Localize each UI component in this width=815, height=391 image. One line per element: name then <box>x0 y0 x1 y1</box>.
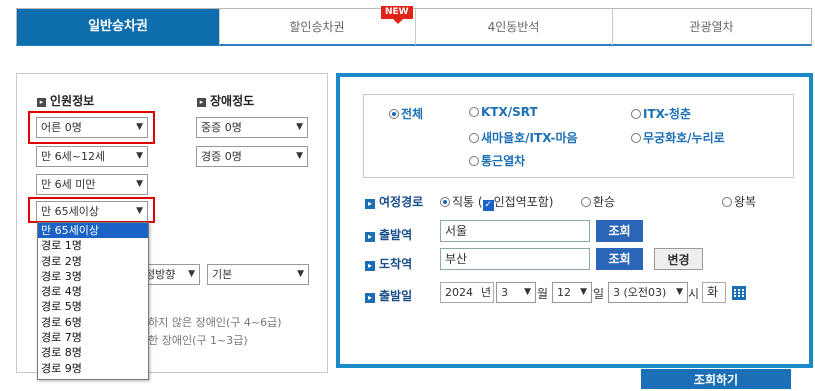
radio-checked-icon <box>389 109 399 119</box>
weekday-display: 화 <box>702 282 726 303</box>
radio-icon <box>469 156 479 166</box>
disability-title: ▸ 장애정도 <box>197 92 254 109</box>
dropdown-option[interactable]: 경로 9명 <box>38 361 148 376</box>
arrow-square-icon: ▸ <box>365 232 375 242</box>
month-select[interactable]: 3 ▼ <box>496 282 536 303</box>
checkbox-checked-icon[interactable]: ✓ <box>482 200 494 211</box>
dropdown-option[interactable]: 경로 1명 <box>38 238 148 253</box>
chevron-down-icon: ▼ <box>524 287 531 297</box>
tab-general-ticket[interactable]: 일반승차권 <box>17 9 220 45</box>
arrival-station-input[interactable]: 부산 <box>440 248 590 270</box>
arrow-square-icon: ▸ <box>37 98 46 107</box>
departure-station-input[interactable]: 서울 <box>440 220 590 242</box>
radio-icon <box>469 133 479 143</box>
route-roundtrip-option[interactable]: 왕복 <box>722 193 756 210</box>
train-type-itx-cheongchun[interactable]: ITX-청춘 <box>631 105 691 122</box>
passenger-info-title: ▸ 인원정보 <box>37 92 94 109</box>
route-label: ▸ 여정경로 <box>365 193 423 210</box>
departure-date-label: ▸ 출발일 <box>365 287 412 304</box>
infant-count-select[interactable]: 만 6세 미만 ▼ <box>36 174 148 195</box>
ticket-type-tabs: 일반승차권 할인승차권 4인동반석 관광열차 <box>16 8 812 46</box>
arrival-lookup-button[interactable]: 조회 <box>596 248 643 270</box>
month-unit: 월 <box>537 287 549 301</box>
year-select[interactable]: 2024 년 <box>440 282 494 303</box>
tab-four-person-seat[interactable]: 4인동반석 <box>415 9 613 45</box>
train-type-box <box>363 94 794 178</box>
route-transfer-option[interactable]: 환승 <box>581 193 615 210</box>
mild-disability-note: · 심하지 않은 장애인(구 4~6급) <box>131 316 282 329</box>
seat-type-select[interactable]: 기본 ▼ <box>207 264 309 285</box>
calendar-icon[interactable] <box>732 286 746 303</box>
arrow-square-icon: ▸ <box>197 98 206 107</box>
dropdown-option[interactable]: 경로 2명 <box>38 254 148 269</box>
radio-icon <box>581 197 591 207</box>
train-type-all[interactable]: 전체 <box>389 105 423 122</box>
train-type-saemaeul[interactable]: 새마을호/ITX-마음 <box>469 129 578 146</box>
train-type-commuter[interactable]: 통근열차 <box>469 152 525 169</box>
chevron-down-icon: ▼ <box>676 287 683 297</box>
hour-unit: 시 <box>688 287 700 301</box>
departure-label: ▸ 출발역 <box>365 226 412 243</box>
tab-tour-train[interactable]: 관광열차 <box>612 9 811 45</box>
severe-disability-select[interactable]: 중증 0명 ▼ <box>196 117 308 138</box>
highlight-box-senior <box>28 197 155 223</box>
new-badge: NEW <box>381 6 413 24</box>
radio-icon <box>722 197 732 207</box>
arrival-label: ▸ 도착역 <box>365 255 412 272</box>
chevron-down-icon: ▼ <box>136 179 143 189</box>
day-select[interactable]: 12 ▼ <box>552 282 592 303</box>
radio-icon <box>631 133 641 143</box>
year-unit: 년 <box>480 286 491 299</box>
search-button[interactable]: 조회하기 <box>641 369 791 389</box>
arrow-square-icon: ▸ <box>365 293 375 303</box>
chevron-down-icon: ▼ <box>296 151 303 161</box>
train-type-mugunghwa[interactable]: 무궁화호/누리로 <box>631 129 725 146</box>
route-direct-option[interactable]: 직통 (✓ 인접역포함) <box>440 193 553 211</box>
train-type-ktx[interactable]: KTX/SRT <box>469 105 538 119</box>
dropdown-option[interactable]: 경로 4명 <box>38 284 148 299</box>
chevron-down-icon: ▼ <box>580 287 587 297</box>
chevron-down-icon: ▼ <box>297 269 304 279</box>
arrow-square-icon: ▸ <box>365 261 375 271</box>
arrow-square-icon: ▸ <box>365 199 375 209</box>
day-unit: 일 <box>593 287 605 301</box>
dropdown-option[interactable]: 경로 7명 <box>38 330 148 345</box>
hour-select[interactable]: 3 (오전03) ▼ <box>608 282 688 303</box>
dropdown-option[interactable]: 만 65세이상 <box>38 223 148 239</box>
senior-count-dropdown[interactable]: 만 65세이상 경로 1명 경로 2명 경로 3명 경로 4명 경로 5명 경로… <box>37 222 149 380</box>
swap-station-button[interactable]: 변경 <box>654 248 703 270</box>
chevron-down-icon: ▼ <box>136 151 143 161</box>
dropdown-option[interactable]: 경로 8명 <box>38 345 148 360</box>
radio-icon <box>631 109 641 119</box>
dropdown-option[interactable]: 경로 5명 <box>38 299 148 314</box>
departure-lookup-button[interactable]: 조회 <box>596 220 643 242</box>
highlight-box-adult <box>28 111 155 144</box>
dropdown-option[interactable]: 경로 3명 <box>38 269 148 284</box>
dropdown-option[interactable]: 경로 6명 <box>38 315 148 330</box>
radio-checked-icon <box>440 197 450 207</box>
chevron-down-icon: ▼ <box>188 269 195 279</box>
child-count-select[interactable]: 만 6세~12세 ▼ <box>36 146 148 167</box>
radio-icon <box>469 107 479 117</box>
mild-disability-select[interactable]: 경증 0명 ▼ <box>196 146 308 167</box>
chevron-down-icon: ▼ <box>296 122 303 132</box>
